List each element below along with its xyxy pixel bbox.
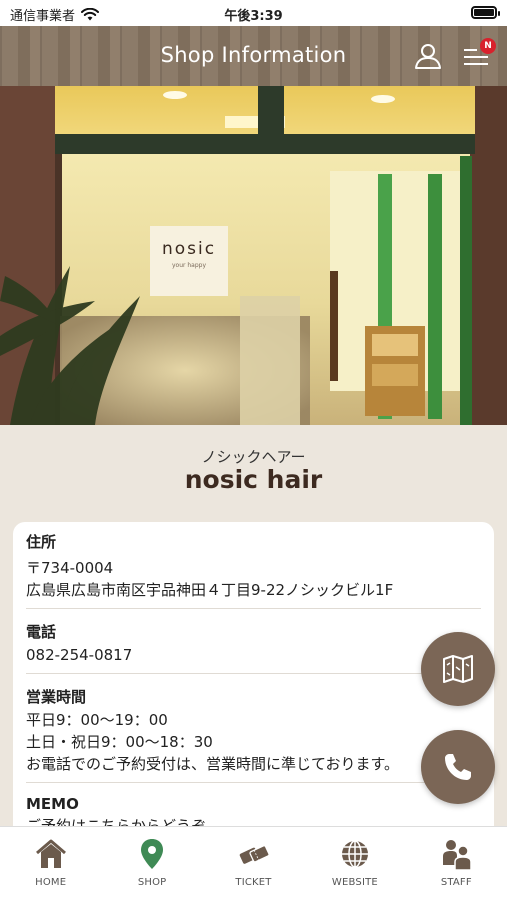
call-button[interactable]: [421, 730, 495, 804]
divider: [26, 608, 481, 609]
notification-badge: N: [480, 38, 496, 54]
tab-label: SHOP: [137, 877, 167, 888]
phone-section: 電話 082-254-0817: [26, 621, 481, 666]
clock: 午後3:39: [224, 9, 283, 24]
tab-label: STAFF: [440, 877, 472, 888]
address-street: 広島県広島市南区宇品神田４丁目9-22ノシックビル1F: [26, 581, 394, 599]
storefront-illustration: nosic your happy: [0, 86, 507, 425]
hours-weekend: 土日・祝日9：00〜18：30: [26, 733, 213, 751]
phone-label: 電話: [26, 623, 57, 641]
home-icon: [35, 839, 66, 868]
tab-label: HOME: [35, 877, 67, 888]
staff-icon: [443, 840, 473, 871]
memo-label: MEMO: [26, 795, 79, 813]
sign-logo: nosic: [162, 239, 216, 259]
shop-photo: nosic your happy: [0, 86, 507, 425]
tab-label: WEBSITE: [331, 877, 378, 888]
tab-website[interactable]: WEBSITE: [304, 827, 405, 900]
hours-weekday: 平日9：00〜19：00: [26, 711, 168, 729]
address-label: 住所: [26, 533, 57, 551]
sign-tagline: your happy: [172, 262, 206, 269]
app-header: Shop Information N: [0, 26, 507, 86]
shop-name: nosic hair: [184, 465, 323, 494]
hours-note: お電話でのご予約受付は、営業時間に準じております。: [26, 755, 400, 773]
tab-staff[interactable]: STAFF: [406, 827, 507, 900]
divider: [26, 673, 481, 674]
map-icon: [443, 655, 473, 683]
tab-label: TICKET: [235, 877, 272, 888]
phone-number[interactable]: 082-254-0817: [26, 644, 481, 666]
hours-label: 営業時間: [26, 688, 87, 706]
phone-icon: [445, 754, 471, 780]
user-icon: [415, 44, 441, 69]
divider: [26, 782, 481, 783]
map-button[interactable]: [421, 632, 495, 706]
address-zip: 〒734-0004: [26, 559, 114, 577]
tab-home[interactable]: HOME: [0, 827, 101, 900]
hours-section: 営業時間 平日9：00〜19：00 土日・祝日9：00〜18：30 お電話でのご…: [26, 686, 481, 775]
tab-ticket[interactable]: TICKET: [203, 827, 304, 900]
address-section: 住所 〒734-0004 広島県広島市南区宇品神田４丁目9-22ノシックビル1F: [26, 531, 481, 601]
account-button[interactable]: [412, 40, 444, 72]
bottom-tab-bar: HOME SHOP TICKET WEBSITE STAFF: [0, 826, 507, 900]
shop-name-kana: ノシックヘアー: [201, 448, 306, 466]
status-bar: 通信事業者 午後3:39: [0, 0, 507, 26]
globe-icon: [341, 840, 368, 868]
tab-shop[interactable]: SHOP: [101, 827, 202, 900]
map-pin-icon: [141, 839, 164, 869]
shop-info-card: 住所 〒734-0004 広島県広島市南区宇品神田４丁目9-22ノシックビル1F…: [13, 522, 494, 842]
ticket-icon: [239, 845, 270, 864]
battery-icon: [471, 6, 500, 19]
